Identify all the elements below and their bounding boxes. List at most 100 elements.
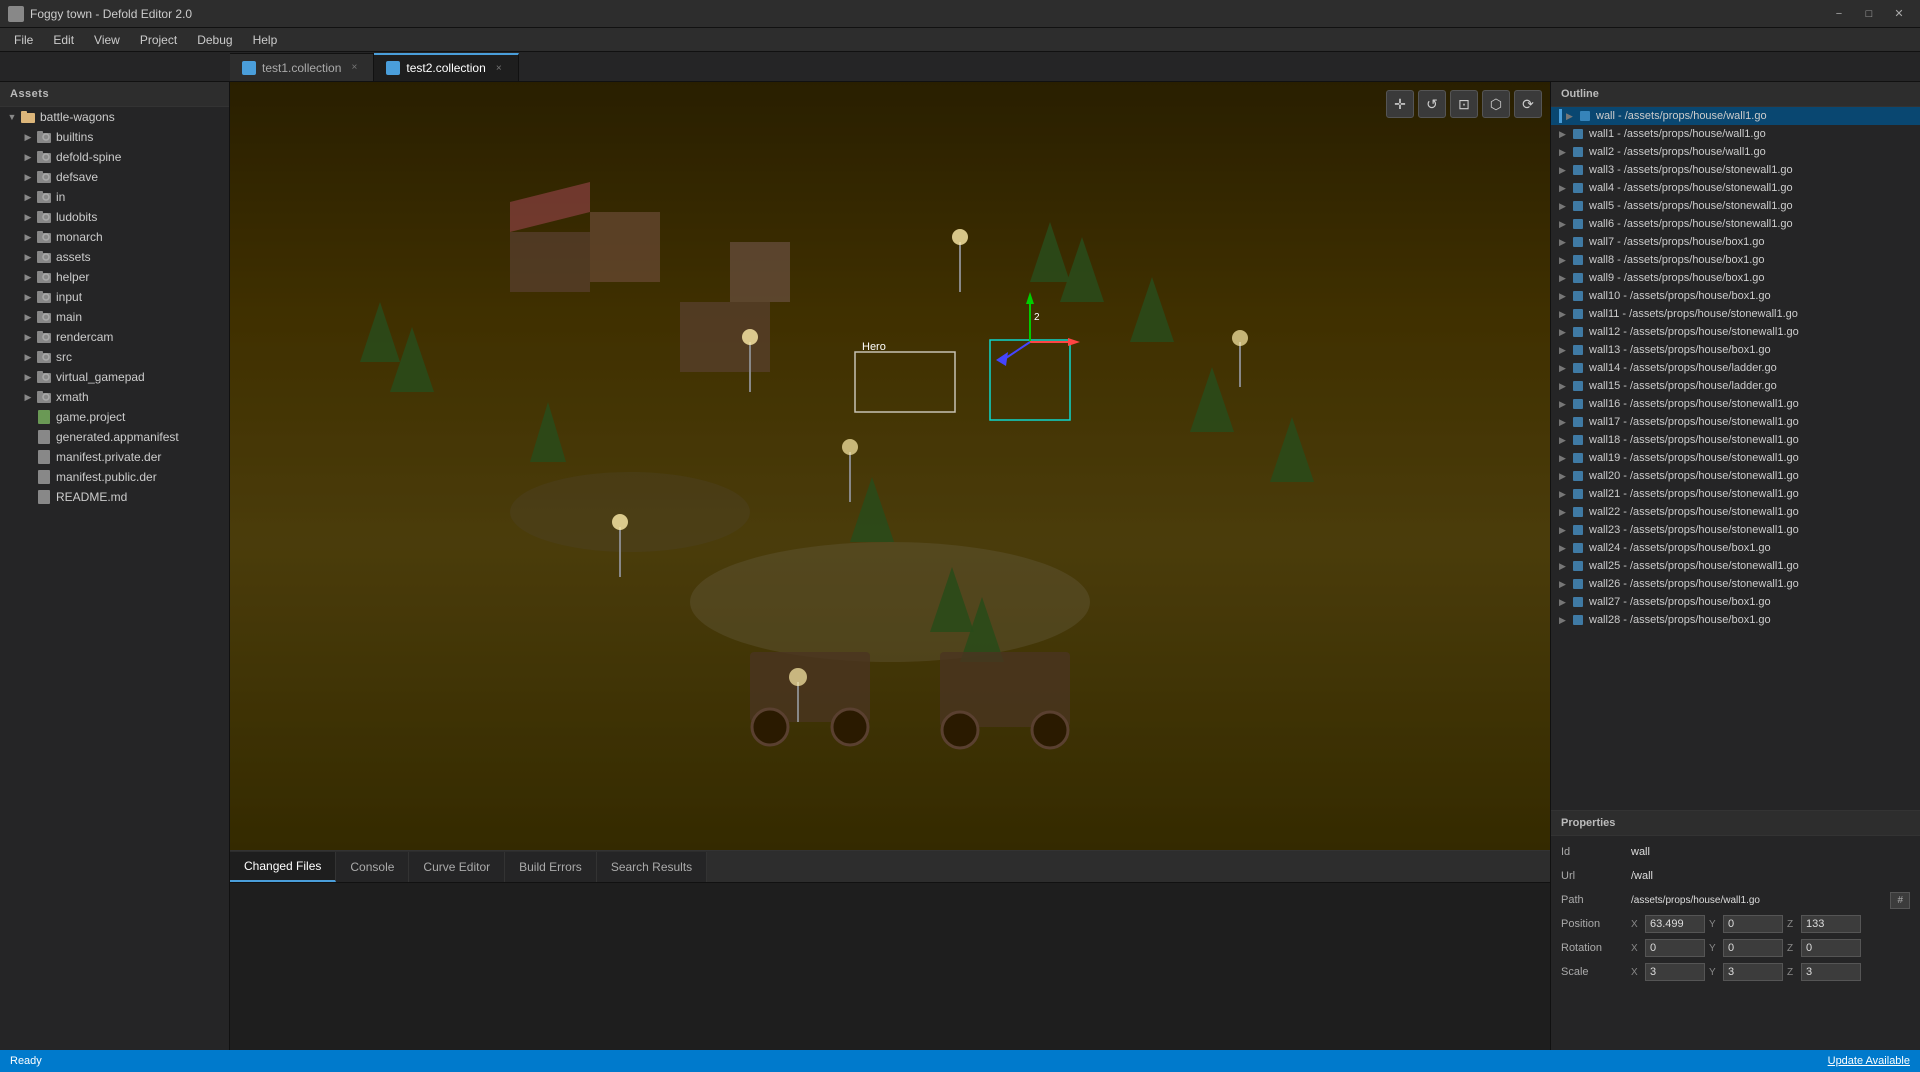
outline-item-22[interactable]: ▶wall22 - /assets/props/house/stonewall1… bbox=[1551, 503, 1920, 521]
rot-z-input[interactable] bbox=[1801, 939, 1861, 957]
outline-item-27[interactable]: ▶wall27 - /assets/props/house/box1.go bbox=[1551, 593, 1920, 611]
tree-arrow-assets[interactable]: ▶ bbox=[20, 249, 36, 265]
tab-close-0[interactable]: × bbox=[347, 61, 361, 75]
scale-x-input[interactable] bbox=[1645, 963, 1705, 981]
tab-close-1[interactable]: × bbox=[492, 61, 506, 75]
outline-item-26[interactable]: ▶wall26 - /assets/props/house/stonewall1… bbox=[1551, 575, 1920, 593]
outline-item-17[interactable]: ▶wall17 - /assets/props/house/stonewall1… bbox=[1551, 413, 1920, 431]
tree-item-main[interactable]: ▶main bbox=[0, 307, 229, 327]
menu-item-edit[interactable]: Edit bbox=[43, 31, 84, 49]
outline-arrow-17[interactable]: ▶ bbox=[1559, 417, 1571, 428]
outline-arrow-27[interactable]: ▶ bbox=[1559, 597, 1571, 608]
outline-arrow-1[interactable]: ▶ bbox=[1559, 129, 1571, 140]
tree-item-rendercam[interactable]: ▶rendercam bbox=[0, 327, 229, 347]
outline-arrow-26[interactable]: ▶ bbox=[1559, 579, 1571, 590]
outline-arrow-14[interactable]: ▶ bbox=[1559, 363, 1571, 374]
menu-item-debug[interactable]: Debug bbox=[187, 31, 242, 49]
tree-item-manifest.public.der[interactable]: manifest.public.der bbox=[0, 467, 229, 487]
outline-arrow-25[interactable]: ▶ bbox=[1559, 561, 1571, 572]
tree-arrow-monarch[interactable]: ▶ bbox=[20, 229, 36, 245]
outline-item-1[interactable]: ▶wall1 - /assets/props/house/wall1.go bbox=[1551, 125, 1920, 143]
minimize-button[interactable]: − bbox=[1826, 5, 1852, 23]
editor-tab-0[interactable]: test1.collection× bbox=[230, 53, 374, 81]
tree-arrow-xmath[interactable]: ▶ bbox=[20, 389, 36, 405]
viewport[interactable]: Hero 2 bbox=[230, 82, 1550, 850]
bottom-tab-build-errors[interactable]: Build Errors bbox=[505, 852, 597, 882]
outline-arrow-13[interactable]: ▶ bbox=[1559, 345, 1571, 356]
outline-arrow-7[interactable]: ▶ bbox=[1559, 237, 1571, 248]
tree-arrow-in[interactable]: ▶ bbox=[20, 189, 36, 205]
select-tool-button[interactable]: ⬡ bbox=[1482, 90, 1510, 118]
update-link[interactable]: Update Available bbox=[1828, 1055, 1910, 1067]
pos-x-input[interactable] bbox=[1645, 915, 1705, 933]
outline-item-15[interactable]: ▶wall15 - /assets/props/house/ladder.go bbox=[1551, 377, 1920, 395]
outline-item-14[interactable]: ▶wall14 - /assets/props/house/ladder.go bbox=[1551, 359, 1920, 377]
tree-arrow-defsave[interactable]: ▶ bbox=[20, 169, 36, 185]
outline-item-25[interactable]: ▶wall25 - /assets/props/house/stonewall1… bbox=[1551, 557, 1920, 575]
rot-y-input[interactable] bbox=[1723, 939, 1783, 957]
outline-item-0[interactable]: ▶wall - /assets/props/house/wall1.go bbox=[1551, 107, 1920, 125]
outline-arrow-22[interactable]: ▶ bbox=[1559, 507, 1571, 518]
tree-arrow-helper[interactable]: ▶ bbox=[20, 269, 36, 285]
tree-item-src[interactable]: ▶src bbox=[0, 347, 229, 367]
outline-item-28[interactable]: ▶wall28 - /assets/props/house/box1.go bbox=[1551, 611, 1920, 629]
tree-arrow-rendercam[interactable]: ▶ bbox=[20, 329, 36, 345]
outline-item-23[interactable]: ▶wall23 - /assets/props/house/stonewall1… bbox=[1551, 521, 1920, 539]
outline-arrow-18[interactable]: ▶ bbox=[1559, 435, 1571, 446]
outline-arrow-21[interactable]: ▶ bbox=[1559, 489, 1571, 500]
close-button[interactable]: ✕ bbox=[1886, 5, 1912, 23]
scale-z-input[interactable] bbox=[1801, 963, 1861, 981]
tree-arrow-main[interactable]: ▶ bbox=[20, 309, 36, 325]
tree-arrow-battle-wagons[interactable]: ▼ bbox=[4, 109, 20, 125]
outline-item-6[interactable]: ▶wall6 - /assets/props/house/stonewall1.… bbox=[1551, 215, 1920, 233]
outline-item-16[interactable]: ▶wall16 - /assets/props/house/stonewall1… bbox=[1551, 395, 1920, 413]
tree-arrow-ludobits[interactable]: ▶ bbox=[20, 209, 36, 225]
tree-item-defold-spine[interactable]: ▶defold-spine bbox=[0, 147, 229, 167]
bottom-tab-curve-editor[interactable]: Curve Editor bbox=[409, 852, 505, 882]
outline-item-3[interactable]: ▶wall3 - /assets/props/house/stonewall1.… bbox=[1551, 161, 1920, 179]
tree-item-battle-wagons[interactable]: ▼battle-wagons bbox=[0, 107, 229, 127]
outline-item-11[interactable]: ▶wall11 - /assets/props/house/stonewall1… bbox=[1551, 305, 1920, 323]
outline-arrow-3[interactable]: ▶ bbox=[1559, 165, 1571, 176]
menu-item-view[interactable]: View bbox=[84, 31, 130, 49]
outline-item-10[interactable]: ▶wall10 - /assets/props/house/box1.go bbox=[1551, 287, 1920, 305]
outline-item-20[interactable]: ▶wall20 - /assets/props/house/stonewall1… bbox=[1551, 467, 1920, 485]
outline-item-9[interactable]: ▶wall9 - /assets/props/house/box1.go bbox=[1551, 269, 1920, 287]
outline-item-12[interactable]: ▶wall12 - /assets/props/house/stonewall1… bbox=[1551, 323, 1920, 341]
bottom-tab-changed-files[interactable]: Changed Files bbox=[230, 852, 336, 882]
outline-item-8[interactable]: ▶wall8 - /assets/props/house/box1.go bbox=[1551, 251, 1920, 269]
editor-tab-1[interactable]: test2.collection× bbox=[374, 53, 518, 81]
menu-item-file[interactable]: File bbox=[4, 31, 43, 49]
outline-arrow-15[interactable]: ▶ bbox=[1559, 381, 1571, 392]
outline-arrow-5[interactable]: ▶ bbox=[1559, 201, 1571, 212]
tree-arrow-input[interactable]: ▶ bbox=[20, 289, 36, 305]
camera-tool-button[interactable]: ⟳ bbox=[1514, 90, 1542, 118]
tree-item-helper[interactable]: ▶helper bbox=[0, 267, 229, 287]
outline-arrow-12[interactable]: ▶ bbox=[1559, 327, 1571, 338]
outline-arrow-11[interactable]: ▶ bbox=[1559, 309, 1571, 320]
outline-arrow-16[interactable]: ▶ bbox=[1559, 399, 1571, 410]
outline-arrow-28[interactable]: ▶ bbox=[1559, 615, 1571, 626]
scale-y-input[interactable] bbox=[1723, 963, 1783, 981]
outline-item-19[interactable]: ▶wall19 - /assets/props/house/stonewall1… bbox=[1551, 449, 1920, 467]
outline-item-18[interactable]: ▶wall18 - /assets/props/house/stonewall1… bbox=[1551, 431, 1920, 449]
menu-item-project[interactable]: Project bbox=[130, 31, 187, 49]
tree-arrow-virtual_gamepad[interactable]: ▶ bbox=[20, 369, 36, 385]
tree-item-builtins[interactable]: ▶builtins bbox=[0, 127, 229, 147]
tree-item-generated.appmanifest[interactable]: generated.appmanifest bbox=[0, 427, 229, 447]
outline-arrow-24[interactable]: ▶ bbox=[1559, 543, 1571, 554]
tree-arrow-builtins[interactable]: ▶ bbox=[20, 129, 36, 145]
outline-arrow-8[interactable]: ▶ bbox=[1559, 255, 1571, 266]
outline-arrow-2[interactable]: ▶ bbox=[1559, 147, 1571, 158]
outline-item-7[interactable]: ▶wall7 - /assets/props/house/box1.go bbox=[1551, 233, 1920, 251]
bottom-tab-search-results[interactable]: Search Results bbox=[597, 852, 707, 882]
tree-item-in[interactable]: ▶in bbox=[0, 187, 229, 207]
tree-item-defsave[interactable]: ▶defsave bbox=[0, 167, 229, 187]
outline-arrow-0[interactable]: ▶ bbox=[1566, 111, 1578, 122]
menu-item-help[interactable]: Help bbox=[243, 31, 288, 49]
tree-item-virtual_gamepad[interactable]: ▶virtual_gamepad bbox=[0, 367, 229, 387]
tree-item-manifest.private.der[interactable]: manifest.private.der bbox=[0, 447, 229, 467]
rot-x-input[interactable] bbox=[1645, 939, 1705, 957]
rotate-tool-button[interactable]: ↺ bbox=[1418, 90, 1446, 118]
outline-arrow-20[interactable]: ▶ bbox=[1559, 471, 1571, 482]
